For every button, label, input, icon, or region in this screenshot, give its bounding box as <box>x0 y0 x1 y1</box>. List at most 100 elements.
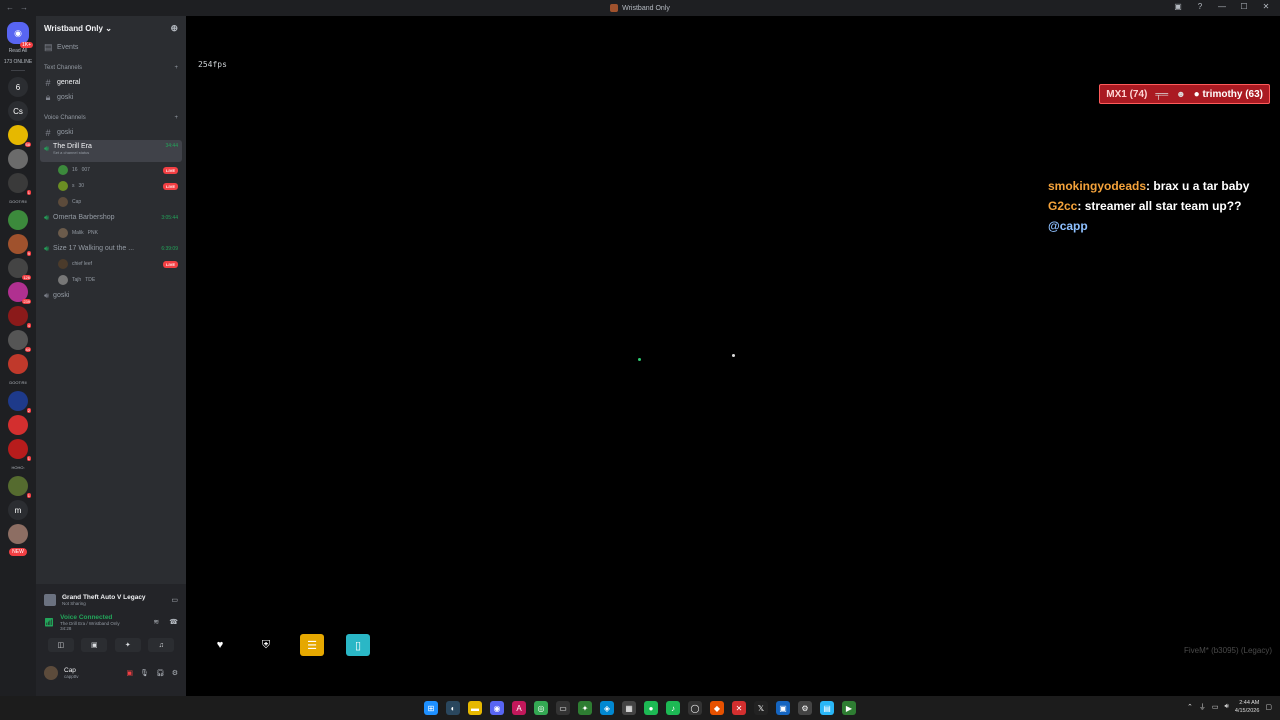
maximize-button[interactable]: ☐ <box>1238 2 1250 11</box>
server-icon[interactable]: 1 <box>8 173 31 195</box>
app-icon[interactable]: ✦ <box>578 701 592 715</box>
app-icon[interactable]: ◆ <box>710 701 724 715</box>
app-icon[interactable]: ✕ <box>732 701 746 715</box>
invite-icon[interactable]: ⊕ <box>170 23 178 34</box>
discord-icon[interactable]: ◉ <box>490 701 504 715</box>
app-icon[interactable]: ▣ <box>776 701 790 715</box>
category-voice[interactable]: Voice Channels + <box>36 111 186 125</box>
server-icon[interactable] <box>8 210 28 230</box>
events-item[interactable]: ▤ Events <box>36 40 186 55</box>
microphone-icon[interactable]: 🎙︎ <box>140 669 149 677</box>
voice-channel-goski[interactable]: 🔊︎ goski <box>36 288 186 303</box>
chrome-icon[interactable]: ◎ <box>534 701 548 715</box>
voice-channel-drill-era[interactable]: 🔊︎ The Drill Era Set a channel status 34:4… <box>40 140 182 162</box>
inbox-icon[interactable]: ▣ <box>1172 2 1184 11</box>
obs-icon[interactable]: ◯ <box>688 701 702 715</box>
server-icon[interactable] <box>8 415 28 435</box>
voice-user[interactable]: s 30 LIVE <box>36 178 186 194</box>
voice-channel-size17[interactable]: 🔊︎ Size 17 Walking out the ... 6:39:09 <box>36 241 186 256</box>
server-icon[interactable]: 44 <box>8 330 31 352</box>
chat-line: G2cc: streamer all star team up?? <box>1048 196 1249 216</box>
help-icon[interactable]: ? <box>1194 2 1206 11</box>
add-channel-icon[interactable]: + <box>174 65 178 71</box>
activities-icon[interactable]: ✦ <box>114 638 141 652</box>
voice-channel-omerta[interactable]: 🔊︎ Omerta Barbershop 3:05:44 <box>36 210 186 225</box>
screen-share-button[interactable]: ▣ <box>81 638 108 652</box>
app-icon[interactable]: ▭ <box>556 701 570 715</box>
server-icon[interactable] <box>8 354 28 374</box>
taskbar-apps: ⊞ ◐ ▬ ◉ A ◎ ▭ ✦ ◈ ▦ ● ♪ ◯ ◆ ✕ 𝕏 ▣ ⚙ ▤ ▶ <box>424 701 856 715</box>
usb-icon[interactable]: ⏚ <box>1199 702 1206 712</box>
chevron-up-icon[interactable]: ⌃ <box>1187 703 1193 711</box>
noise-suppression-icon[interactable]: ≋ <box>153 618 159 626</box>
folder-icon[interactable]: ▬ <box>468 701 482 715</box>
app-icon[interactable]: ⚙ <box>798 701 812 715</box>
server-badge: 1 <box>26 493 31 498</box>
server-icon[interactable]: 1 <box>8 439 31 461</box>
chat-line: smokingyodeads: brax u a tar baby <box>1048 176 1249 196</box>
voice-user[interactable]: chief leef LIVE <box>36 256 186 272</box>
voice-user[interactable]: Cap <box>36 194 186 210</box>
server-icon[interactable] <box>8 524 28 544</box>
volume-icon[interactable]: 🔊︎ <box>1224 703 1228 711</box>
minimize-button[interactable]: — <box>1216 2 1228 11</box>
hunger-icon: ☰ <box>300 634 324 656</box>
voice-user[interactable]: Malik PNK <box>36 225 186 241</box>
settings-gear-icon[interactable]: ⚙ <box>172 669 178 677</box>
lock-icon: 🔒︎ <box>45 92 51 102</box>
user-handle: cappttv <box>64 674 79 679</box>
voice-user[interactable]: Tajh TDE <box>36 272 186 288</box>
notification-icon[interactable]: ▢ <box>1265 703 1272 711</box>
app-icon[interactable]: ▤ <box>820 701 834 715</box>
server-icon[interactable]: 4 <box>8 306 31 328</box>
app-icon[interactable]: ● <box>644 701 658 715</box>
server-m[interactable]: m <box>8 500 28 520</box>
clock[interactable]: 2:44 AM 4/15/2026 <box>1235 699 1259 715</box>
server-icon[interactable]: 58 <box>8 125 31 147</box>
username[interactable]: Cap <box>64 667 79 674</box>
activity-sub: Not Sharing <box>62 601 86 606</box>
voice-user[interactable]: 16 007 LIVE <box>36 162 186 178</box>
app-icon[interactable]: A <box>512 701 526 715</box>
stream-icon[interactable]: ▣ <box>126 669 133 677</box>
add-channel-icon[interactable]: + <box>174 115 178 121</box>
app-icon[interactable]: ◈ <box>600 701 614 715</box>
server-rail: ◉ 1K+ Read All 173 ONLINE 6 Cs 58 1 DOOT:… <box>0 16 36 696</box>
server-header[interactable]: Wristband Only ⌄ ⊕ <box>36 16 186 40</box>
category-text[interactable]: Text Channels + <box>36 61 186 75</box>
channel-goski[interactable]: 🔒︎ goski <box>36 90 186 105</box>
server-icon[interactable]: 2 <box>8 391 31 413</box>
close-button[interactable]: ✕ <box>1260 2 1272 11</box>
server-icon[interactable]: 239 <box>8 282 31 304</box>
channel-general[interactable]: # general <box>36 75 186 90</box>
channel-status[interactable]: Set a channel status <box>53 150 92 155</box>
game-view[interactable]: 254fps MX1 (74) ╤═ ☻ ● trimothy (63) smo… <box>186 16 1280 696</box>
discord-home-icon[interactable]: ◉ 1K+ <box>7 22 33 48</box>
server-cs[interactable]: Cs <box>8 101 28 121</box>
steam-icon[interactable]: ◐ <box>446 701 460 715</box>
voice-connected-title[interactable]: Voice Connected <box>60 614 119 621</box>
voice-time: 6:39:09 <box>161 245 178 252</box>
signal-icon[interactable]: 📶︎ <box>44 618 54 627</box>
screen-share-icon[interactable]: ▭ <box>171 596 178 604</box>
x-icon[interactable]: 𝕏 <box>754 701 768 715</box>
network-icon[interactable]: ▭ <box>1212 703 1219 711</box>
server-icon[interactable]: 1 <box>8 476 31 498</box>
spotify-icon[interactable]: ♪ <box>666 701 680 715</box>
dm-six[interactable]: 6 <box>8 77 28 97</box>
server-icon[interactable] <box>8 149 28 169</box>
soundboard-icon[interactable]: ♫ <box>148 638 175 652</box>
headphones-icon[interactable]: 🎧︎ <box>156 669 165 677</box>
activity-title: Grand Theft Auto V Legacy <box>62 594 146 601</box>
channel-goski-text[interactable]: # goski <box>36 125 186 140</box>
avatar[interactable] <box>44 666 58 680</box>
camera-icon[interactable]: ◫ <box>47 638 74 652</box>
app-icon[interactable]: ▶ <box>842 701 856 715</box>
voice-connected-sub[interactable]: The Drill Era / Wristband Only <box>60 621 119 626</box>
server-icon[interactable]: 9 <box>8 234 31 256</box>
read-all-button[interactable]: Read All <box>9 48 28 55</box>
disconnect-icon[interactable]: ☎ <box>169 618 178 626</box>
app-icon[interactable]: ▦ <box>622 701 636 715</box>
start-icon[interactable]: ⊞ <box>424 701 438 715</box>
server-icon[interactable]: 126 <box>8 258 31 280</box>
